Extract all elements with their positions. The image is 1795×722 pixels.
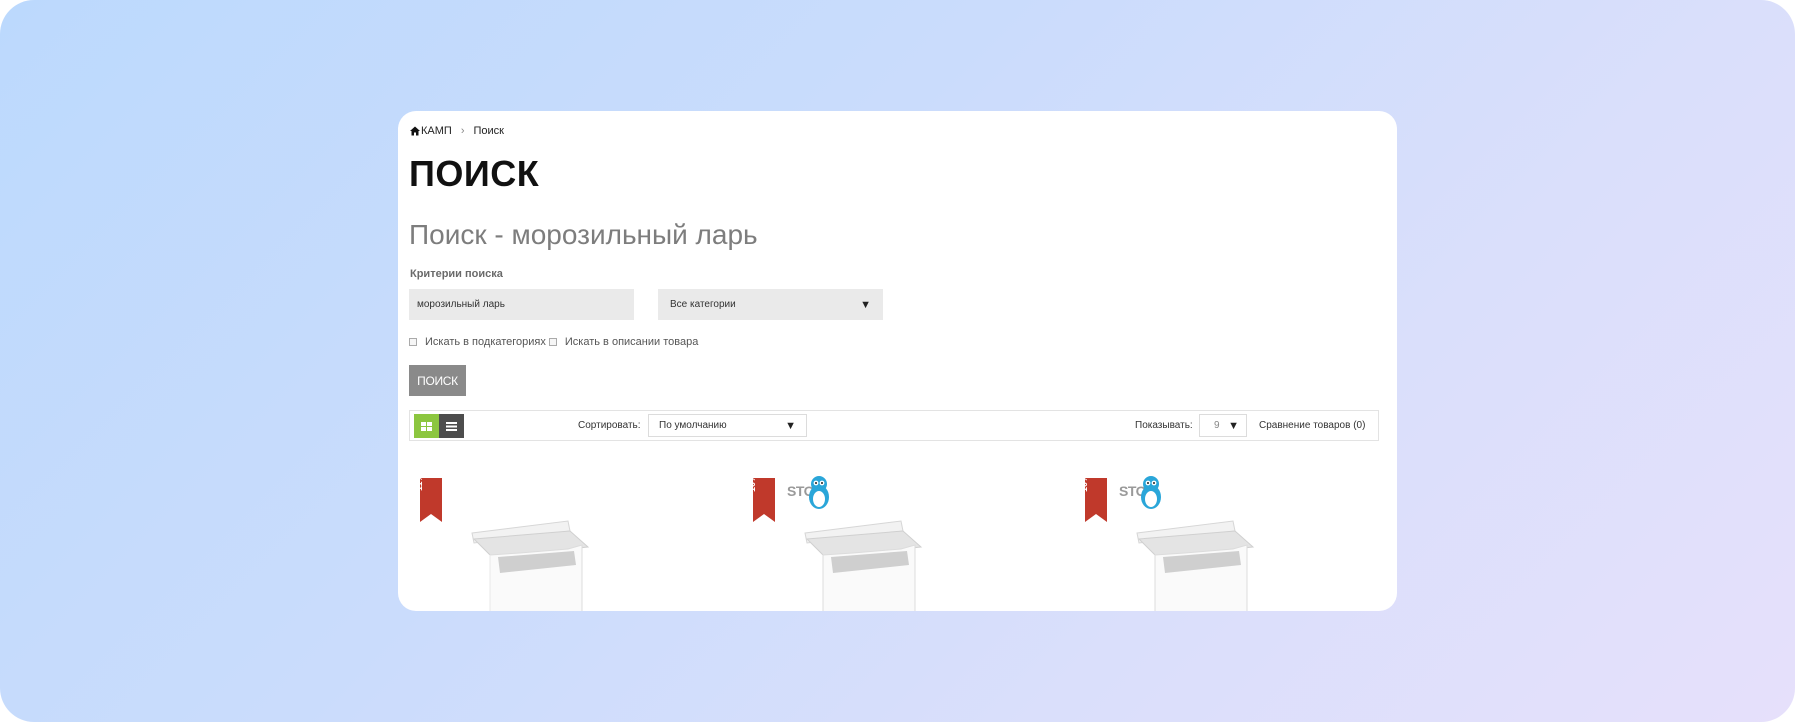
- description-checkbox[interactable]: [548, 338, 557, 346]
- screenshot-card: КАМП › Поиск ПОИСК Поиск - морозильный л…: [398, 111, 1397, 611]
- product-card[interactable]: -10% STOR: [741, 463, 1021, 611]
- list-view-icon: [446, 421, 457, 431]
- grid-view-icon: [421, 421, 432, 431]
- compare-link[interactable]: Сравнение товаров (0): [1259, 420, 1365, 431]
- show-label: Показывать:: [1135, 420, 1193, 431]
- product-image[interactable]: [458, 503, 618, 611]
- breadcrumb: КАМП › Поиск: [410, 125, 504, 137]
- show-count-value: 9: [1214, 420, 1220, 431]
- category-select-value: Все категории: [670, 299, 736, 310]
- search-input[interactable]: [409, 289, 634, 320]
- home-icon[interactable]: [410, 126, 420, 136]
- breadcrumb-current: Поиск: [473, 125, 504, 137]
- chevron-right-icon: ›: [460, 125, 465, 137]
- dropdown-arrow-icon: ▼: [1228, 419, 1239, 432]
- discount-badge-text: -10%: [1079, 473, 1089, 495]
- search-button[interactable]: ПОИСК: [409, 365, 466, 396]
- discount-badge-text: -11%: [414, 473, 424, 495]
- description-checkbox-label: Искать в описании товара: [564, 336, 699, 348]
- subcategories-checkbox[interactable]: [409, 338, 417, 346]
- dropdown-arrow-icon: ▼: [785, 419, 796, 432]
- page-title: ПОИСК: [409, 153, 540, 194]
- product-card[interactable]: -10% STOR: [1073, 463, 1353, 611]
- product-toolbar: Сортировать: По умолчанию ▼ Показывать: …: [409, 410, 1379, 441]
- search-heading: Поиск - морозильный ларь: [409, 219, 758, 250]
- sort-select-value: По умолчанию: [659, 420, 727, 431]
- sort-label: Сортировать:: [578, 420, 641, 431]
- discount-badge-text: -10%: [747, 473, 757, 495]
- breadcrumb-home-link[interactable]: КАМП: [421, 125, 452, 137]
- subcategories-checkbox-label: Искать в подкатегориях: [425, 336, 546, 348]
- product-card[interactable]: -11%: [408, 463, 688, 611]
- show-count-select[interactable]: 9 ▼: [1199, 414, 1247, 437]
- search-options: Искать в подкатегориях Искать в описании…: [409, 336, 698, 348]
- dropdown-arrow-icon: ▼: [860, 298, 871, 311]
- product-image[interactable]: [791, 503, 951, 611]
- list-view-button[interactable]: [439, 414, 464, 438]
- grid-view-button[interactable]: [414, 414, 439, 438]
- category-select[interactable]: Все категории ▼: [658, 289, 883, 320]
- criteria-label: Критерии поиска: [410, 268, 503, 280]
- sort-select[interactable]: По умолчанию ▼: [648, 414, 807, 437]
- product-image[interactable]: [1123, 503, 1283, 611]
